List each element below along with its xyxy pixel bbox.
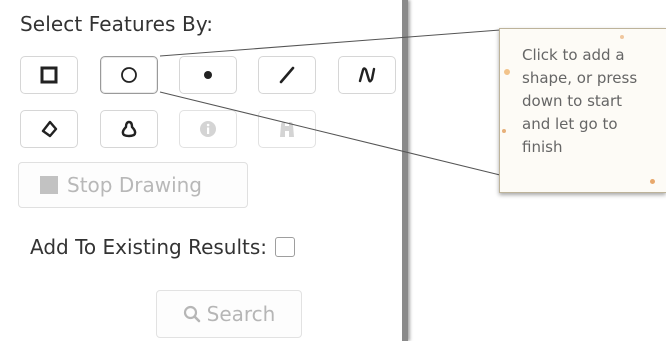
stop-drawing-button[interactable]: Stop Drawing [18,162,248,208]
polygon-icon [41,120,58,138]
tooltip-line: shape, or press [522,69,638,87]
tooltip-line: down to start [522,92,623,110]
binoculars-tool-button[interactable] [258,110,316,148]
select-features-panel: Select Features By: Stop Drawing Add To … [0,0,408,341]
square-icon [40,66,58,84]
tooltip-line: finish [522,138,563,156]
info-icon [200,121,216,137]
panel-title: Select Features By: [20,12,214,36]
stop-icon [40,176,58,194]
tooltip: Click to add a shape, or press down to s… [499,28,666,193]
stop-drawing-label: Stop Drawing [67,173,202,197]
add-to-existing-row: Add To Existing Results: [30,235,296,259]
rectangle-tool-button[interactable] [20,56,78,94]
line-icon [279,66,295,84]
freehand-line-tool-button[interactable] [338,56,396,94]
polygon-tool-button[interactable] [20,110,78,148]
search-label: Search [206,302,276,326]
tooltip-text: Click to add a shape, or press down to s… [522,44,662,159]
add-to-existing-checkbox[interactable] [275,237,296,257]
line-tool-button[interactable] [258,56,316,94]
circle-tool-button[interactable] [100,56,158,94]
point-tool-button[interactable] [179,56,237,94]
search-icon [183,305,200,323]
tooltip-line: Click to add a [522,46,625,64]
search-button[interactable]: Search [156,290,302,338]
freehand-line-icon [358,67,376,83]
freehand-polygon-icon [121,120,137,138]
freehand-polygon-tool-button[interactable] [100,110,158,148]
tooltip-line: and let go to [522,115,618,133]
circle-icon [121,67,137,83]
binoculars-icon [280,122,294,137]
add-to-existing-label: Add To Existing Results: [30,235,268,259]
point-icon [204,71,212,79]
info-tool-button[interactable] [179,110,237,148]
